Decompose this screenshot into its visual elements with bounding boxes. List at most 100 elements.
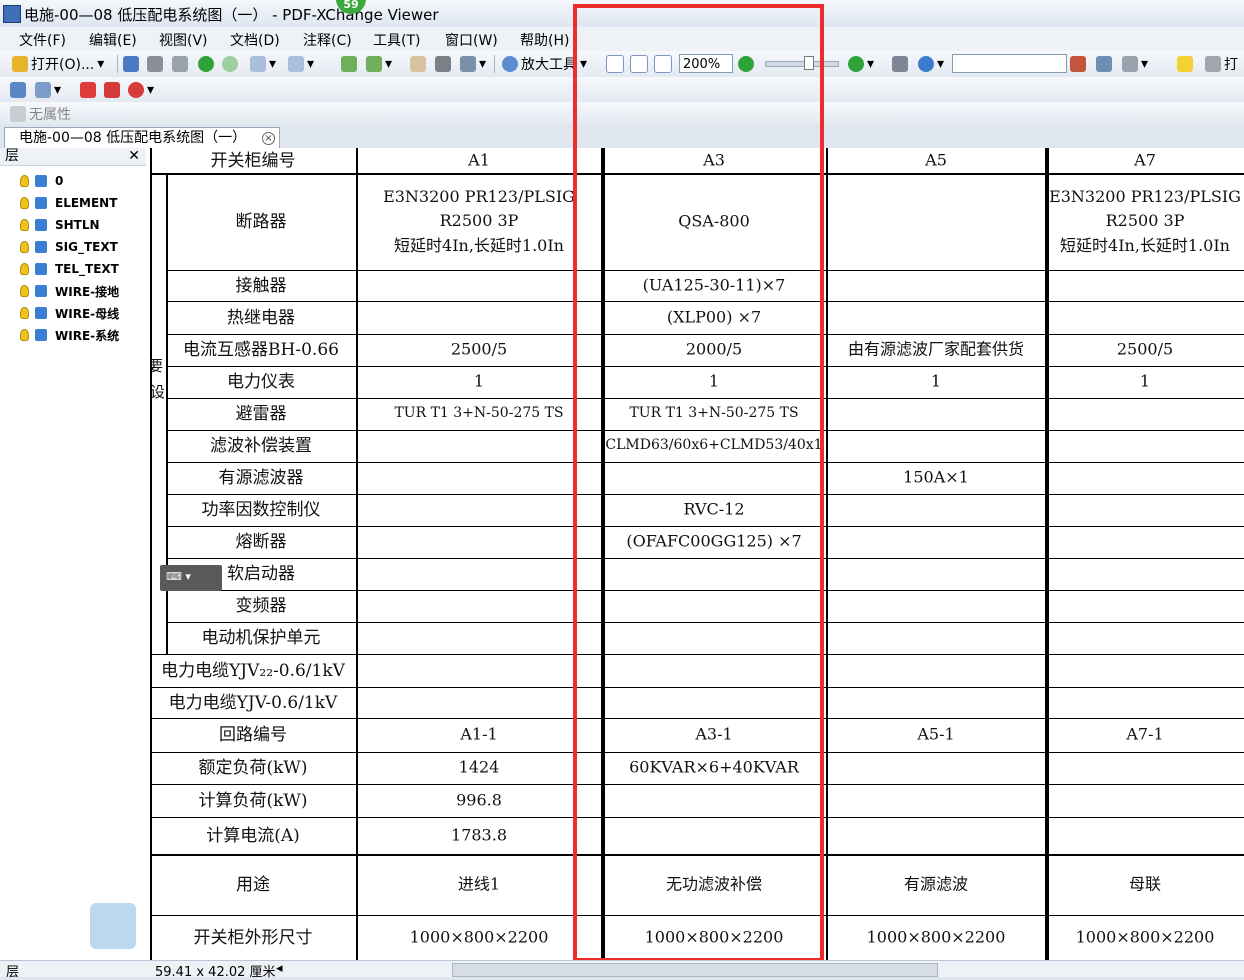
table-cell: A7 [1134,148,1156,173]
row-label-line: 电力仪表 [227,371,295,392]
layer-icon [35,219,47,231]
table-cell-line: 1 [930,371,942,391]
pencil-tool-button[interactable] [104,80,120,100]
table-cell: 1000×800×2200 [1076,925,1215,950]
open-button[interactable]: 打开(O)... ▾ [12,54,104,74]
lightbulb-icon[interactable] [20,219,29,231]
hand-icon [410,56,426,72]
pencil-icon [104,82,120,98]
table-cell: 996.8 [456,788,502,813]
layer-options-button[interactable]: ▾ [35,80,61,100]
print-button[interactable] [147,54,163,74]
tool-button-a[interactable] [1070,54,1086,74]
table-cell-line: 150A×1 [903,467,969,487]
layer-item[interactable]: SIG_TEXT [20,237,118,257]
layer-item[interactable]: TEL_TEXT [20,259,119,279]
layer-item[interactable]: WIRE-母线 [20,303,119,323]
table-cell: 1424 [459,756,500,781]
table-cell-line: 1424 [458,757,500,777]
save-icon [123,56,139,72]
text-select-button[interactable]: ▾ [460,54,486,74]
layer-icon [35,329,47,341]
row-label-line: 电力电缆YJV-0.6/1kV [168,692,338,713]
layer-icon [35,197,47,209]
status-bar: 层 59.41 x 42.02 厘米 ◂ [0,960,1244,980]
hand-tool-button[interactable] [410,54,426,74]
onscreen-keyboard-toggle[interactable]: ⌨ ▾ [160,565,222,591]
lightbulb-icon[interactable] [20,307,29,319]
arrow-icon [80,82,96,98]
layer-item[interactable]: SHTLN [20,215,100,235]
email-button[interactable] [172,54,188,74]
tool-button-b[interactable] [1096,54,1112,74]
table-cell: 2500/5 [1117,338,1173,363]
row-label-line: 计算电流(A) [206,825,300,846]
lightbulb-icon[interactable] [20,263,29,275]
close-icon[interactable]: ✕ [128,148,140,165]
equipment-group-label: 主要设备 [150,357,164,401]
web-button[interactable]: ▾ [918,54,944,74]
menu-document[interactable]: 文档(D) [230,30,280,50]
rotate-button[interactable]: ▾ [366,54,392,74]
comment-button[interactable] [1177,54,1193,74]
zoom-in-button[interactable]: ▾ [848,54,874,74]
shape-icon [128,82,144,98]
forward-button[interactable] [222,54,238,74]
menu-comment[interactable]: 注释(C) [303,30,352,50]
tool-button-c[interactable]: ▾ [1122,54,1148,74]
redo-button[interactable]: ▾ [288,54,314,74]
horizontal-scrollbar[interactable] [452,963,938,977]
property-icon [10,106,26,122]
layer-item[interactable]: WIRE-接地 [20,281,119,301]
menu-edit[interactable]: 编辑(E) [89,30,137,50]
document-tab[interactable]: 电施-00—08 低压配电系统图（一） × [4,127,280,148]
lightbulb-icon[interactable] [20,329,29,341]
copy-button[interactable] [341,54,357,74]
layer-item[interactable]: ELEMENT [20,193,117,213]
table-cell: 1 [474,370,484,395]
shape-tool-button[interactable]: ▾ [128,80,154,100]
lightbulb-icon[interactable] [20,285,29,297]
table-cell: 150A×1 [903,466,969,491]
table-cell-line: 由有源滤波厂家配套供货 [847,339,1025,359]
row-label-line: 计算负荷(kW) [198,790,308,811]
layer-name: ELEMENT [55,196,118,210]
layer-item[interactable]: WIRE-系统 [20,325,119,345]
typewriter-label: 打 [1224,57,1238,73]
close-icon[interactable]: × [262,132,275,145]
arrow-tool-button[interactable] [80,80,96,100]
scroll-left-icon[interactable]: ◂ [276,961,283,976]
rotate-icon [366,56,382,72]
menu-file[interactable]: 文件(F) [19,30,66,50]
page-size-label: 59.41 x 42.02 厘米 [155,965,276,980]
table-cell: 进线1 [458,872,500,897]
binoculars-button[interactable] [892,54,908,74]
save-button[interactable] [123,54,139,74]
undo-icon [250,56,266,72]
layer-item[interactable]: 0 [20,171,63,191]
lightbulb-icon[interactable] [20,241,29,253]
binoculars-icon [892,56,908,72]
menu-tools[interactable]: 工具(T) [373,30,420,50]
menu-help[interactable]: 帮助(H) [520,30,569,50]
layer-name: WIRE-接地 [55,284,120,299]
table-cell: A7-1 [1126,723,1163,748]
table-left-border [150,148,152,960]
toolbar-separator [494,55,495,73]
snapshot-button[interactable] [435,54,451,74]
back-button[interactable] [198,54,214,74]
lightbulb-icon[interactable] [20,197,29,209]
typewriter-button[interactable]: 打 [1205,54,1238,74]
undo-button[interactable]: ▾ [250,54,276,74]
menu-view[interactable]: 视图(V) [159,30,208,50]
layer-tool-button[interactable] [10,80,26,100]
highlight-rectangle [573,4,824,962]
menu-window[interactable]: 窗口(W) [445,30,498,50]
lightbulb-icon[interactable] [20,175,29,187]
search-input[interactable] [952,54,1067,73]
table-cell-line: 1000×800×2200 [1075,927,1215,947]
property-button: 无属性 [10,104,71,124]
zoom-tool-label: 放大工具 [521,57,577,73]
table-cell: 1000×800×2200 [410,925,549,950]
table-cell: 由有源滤波厂家配套供货 [848,338,1024,363]
